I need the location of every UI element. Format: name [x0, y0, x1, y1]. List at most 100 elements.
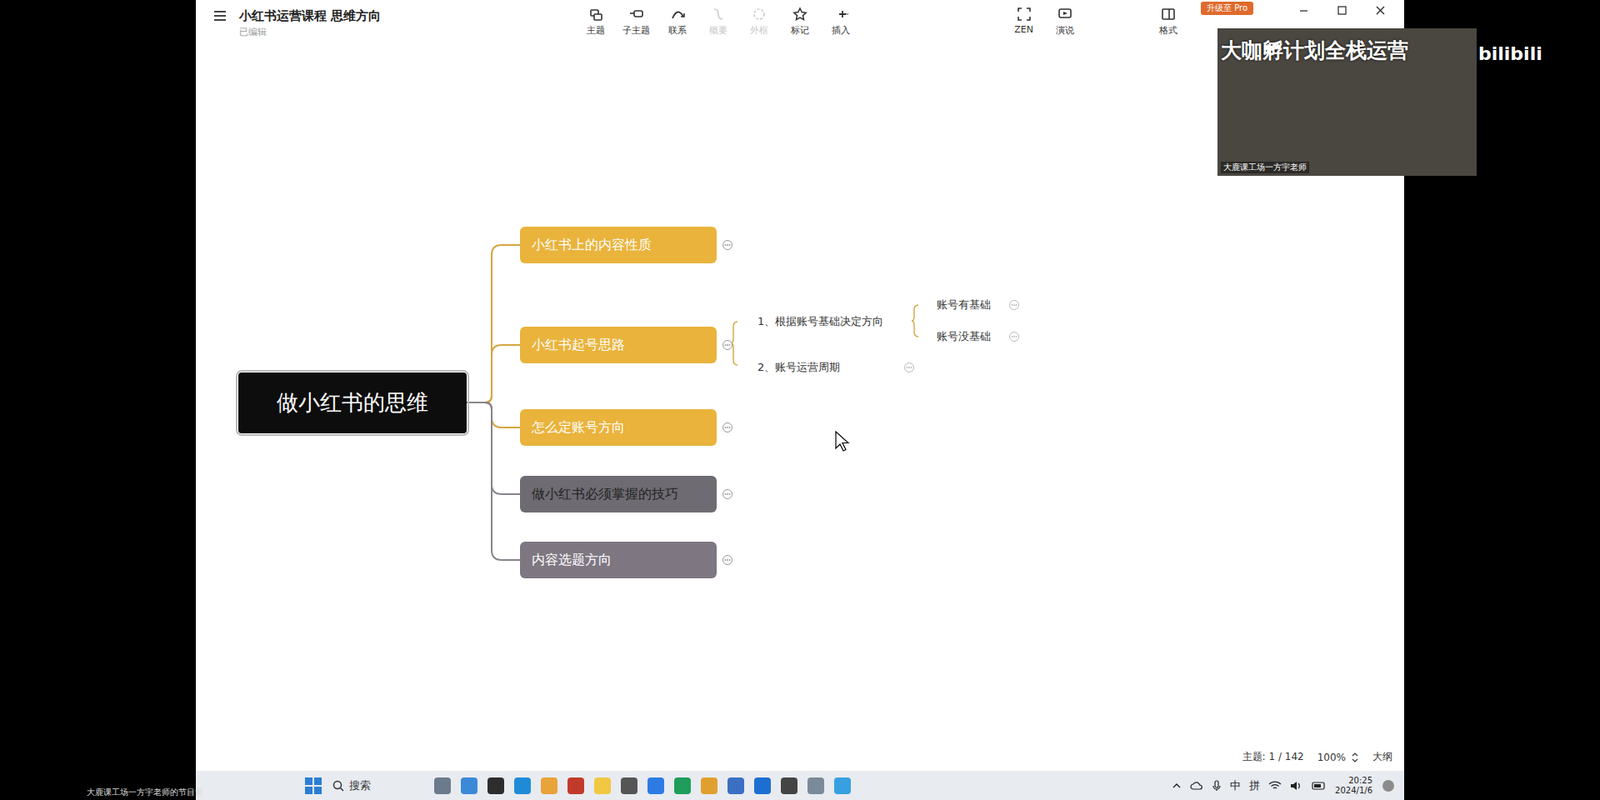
edit-status: 已编辑	[239, 25, 381, 39]
clock[interactable]: 20:252024/1/6	[1335, 775, 1373, 796]
taskbar-app-icon[interactable]	[487, 777, 505, 795]
marker-icon	[792, 6, 808, 22]
zen-icon	[1016, 6, 1032, 22]
insert-icon	[833, 6, 849, 22]
branch-topic[interactable]: 小红书上的内容性质	[520, 226, 717, 264]
zoom-stepper-icon[interactable]	[1350, 751, 1360, 764]
notification-icon[interactable]	[1380, 778, 1396, 794]
taskbar-app-icon[interactable]	[514, 777, 531, 795]
ime-indicator[interactable]: 中	[1230, 778, 1241, 794]
search-icon	[332, 780, 345, 792]
cursor-icon	[835, 430, 850, 453]
toolbar-label: 概要	[709, 24, 728, 37]
collapse-icon[interactable]	[721, 421, 734, 434]
boundary-icon	[751, 6, 767, 22]
outline-button[interactable]: 大纲	[1372, 750, 1393, 765]
toolbar-label: 主题	[586, 24, 605, 37]
collapse-icon[interactable]	[903, 361, 915, 374]
upgrade-button[interactable]: 升级至 Pro	[1200, 1, 1254, 15]
toolbar-label: 插入	[831, 24, 850, 37]
taskbar-app-icon[interactable]	[700, 777, 718, 795]
window-control[interactable]	[1284, 0, 1323, 17]
subtopic-icon	[629, 6, 645, 22]
zoom-control[interactable]: 100%	[1317, 751, 1360, 764]
toolbar-button[interactable]: 演说	[1044, 0, 1085, 37]
taskbar-app-icon[interactable]	[460, 777, 478, 795]
toolbar-button[interactable]: 概要	[697, 0, 739, 37]
presentation-icon	[1057, 6, 1073, 22]
branch-topic[interactable]: 怎么定账号方向	[520, 409, 717, 446]
branch-topic[interactable]: 小红书起号思路	[520, 326, 717, 364]
menu-icon[interactable]	[212, 8, 228, 24]
topic-count: 主题: 1 / 142	[1242, 750, 1305, 765]
summary-icon	[710, 6, 726, 22]
title-block: 小红书运营课程 思维方向已编辑	[195, 0, 575, 39]
presenter-label: 大鹿课工场一方宇老师	[1220, 161, 1310, 174]
subtopic[interactable]: 1、根据账号基础决定方向	[757, 314, 884, 330]
taskbar-app-icon[interactable]	[674, 777, 691, 795]
collapse-icon[interactable]	[1008, 299, 1020, 311]
taskbar-app-icon[interactable]	[754, 777, 771, 795]
status-bar: 主题: 1 / 142 100% 大纲	[1242, 750, 1405, 771]
taskbar-search[interactable]: 搜索	[332, 778, 425, 794]
webcam-video: 大咖孵计划全栈运营大鹿课工场一方宇老师	[1217, 28, 1477, 176]
collapse-icon[interactable]	[721, 488, 734, 500]
battery-icon[interactable]	[1311, 780, 1327, 791]
collapse-icon[interactable]	[1008, 330, 1020, 343]
subtopic[interactable]: 2、账号运营周期	[757, 360, 840, 375]
stream-caption: 大鹿课工场一方宇老师的节目留	[86, 786, 204, 799]
toolbar-label: 格式	[1159, 24, 1178, 37]
toolbar-button[interactable]: 子主题	[615, 0, 657, 37]
taskbar-app-icon[interactable]	[594, 777, 611, 795]
window-control[interactable]	[1322, 0, 1361, 17]
toolbar-button[interactable]: 联系	[656, 0, 698, 37]
taskbar-app-icon[interactable]	[834, 777, 851, 795]
collapse-icon[interactable]	[721, 239, 734, 251]
relationship-icon	[670, 6, 685, 22]
taskbar-app-icon[interactable]	[727, 777, 745, 795]
wifi-icon[interactable]	[1268, 780, 1282, 791]
windows-start-icon[interactable]	[304, 776, 323, 795]
root-topic[interactable]: 做小红书的思维	[238, 372, 467, 434]
taskbar-app-icon[interactable]	[620, 777, 638, 795]
collapse-icon[interactable]	[721, 554, 734, 566]
taskbar-app-icon[interactable]	[434, 777, 451, 795]
toolbar-button[interactable]: ZEN	[1003, 0, 1045, 35]
window-controls	[1284, 0, 1400, 17]
toolbar-button[interactable]: 外框	[738, 0, 780, 37]
subtopic[interactable]: 账号没基础	[936, 329, 991, 345]
taskbar-app-icon[interactable]	[567, 777, 585, 795]
branch-topic[interactable]: 内容选题方向	[520, 541, 717, 579]
taskbar-app-icon[interactable]	[540, 777, 558, 795]
video-overlay-title: 大咖孵计划全栈运营	[1220, 36, 1409, 65]
toolbar-label: 外框	[750, 24, 769, 37]
branch-topic[interactable]: 做小红书必须掌握的技巧	[520, 475, 717, 513]
clock-date: 2024/1/6	[1335, 785, 1373, 796]
taskbar-app-icon[interactable]	[780, 777, 798, 795]
speaker-icon[interactable]	[1290, 780, 1304, 791]
minimize-icon	[1297, 5, 1310, 17]
format-icon	[1160, 6, 1176, 22]
taskbar-app-icon[interactable]	[807, 777, 825, 795]
search-label: 搜索	[349, 778, 371, 794]
window-control[interactable]	[1360, 0, 1400, 17]
maximize-icon	[1335, 5, 1349, 17]
clock-time: 20:25	[1348, 775, 1373, 786]
cloud-icon[interactable]	[1190, 780, 1204, 791]
toolbar-label: 演说	[1055, 24, 1075, 37]
subtopic[interactable]: 账号有基础	[936, 297, 991, 313]
toolbar-button[interactable]: 插入	[820, 0, 861, 37]
document-title[interactable]: 小红书运营课程 思维方向	[239, 8, 381, 25]
ime-indicator[interactable]: 拼	[1249, 778, 1260, 794]
toolbar-button[interactable]: 主题	[575, 0, 616, 37]
title-column: 小红书运营课程 思维方向已编辑	[239, 8, 381, 39]
tray-expand-icon[interactable]	[1171, 780, 1182, 791]
bilibili-watermark: bilibili	[1478, 43, 1543, 65]
toolbar-button[interactable]: 格式	[1147, 0, 1189, 37]
toolbar-label: ZEN	[1014, 24, 1034, 35]
taskbar-app-icon[interactable]	[647, 777, 665, 795]
toolbar-button[interactable]: 标记	[779, 0, 820, 37]
collapse-icon[interactable]	[721, 339, 734, 351]
microphone-icon[interactable]	[1211, 780, 1222, 792]
system-tray: 中拼 20:252024/1/6	[1171, 775, 1396, 796]
